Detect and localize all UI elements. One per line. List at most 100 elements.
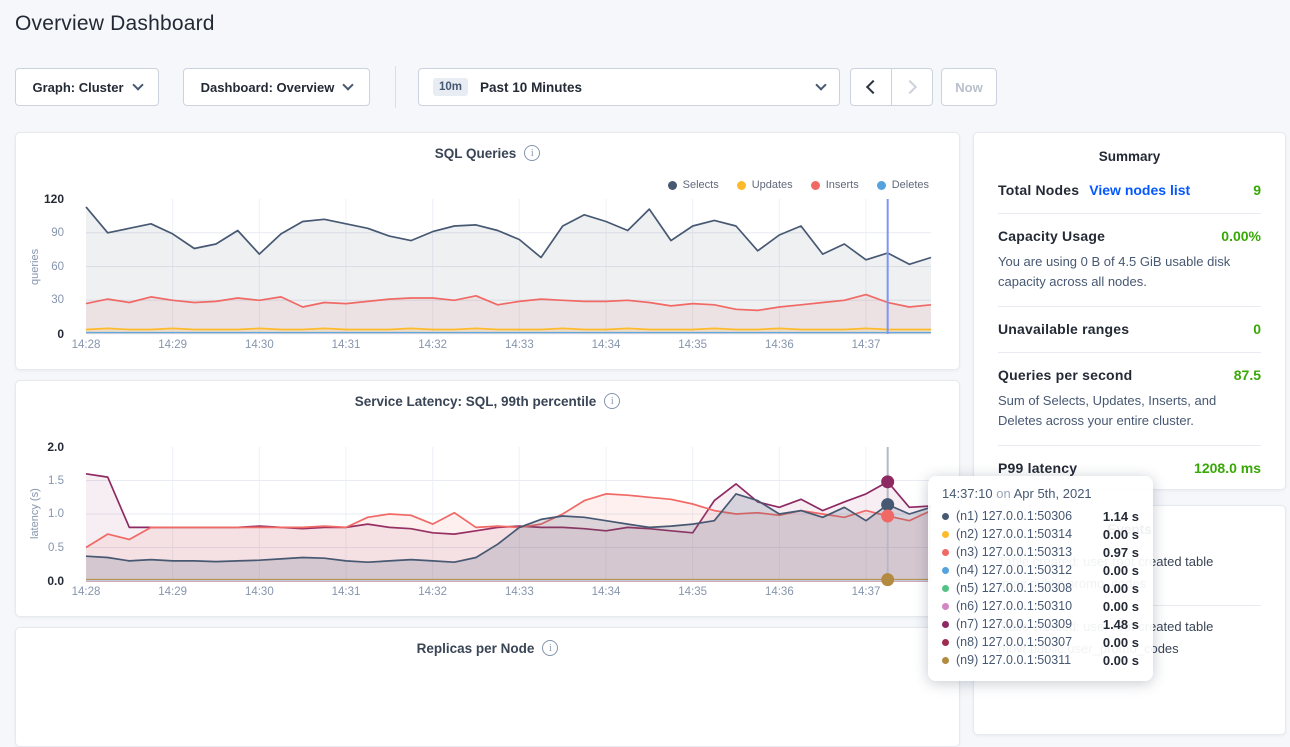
x-tick-label: 14:33 (505, 586, 534, 598)
summary-row-unavailable-ranges: Unavailable ranges 0 (998, 307, 1261, 353)
graph-scope-dropdown[interactable]: Graph: Cluster (15, 68, 159, 106)
node-color-dot (942, 639, 949, 646)
node-color-dot (942, 585, 949, 592)
qps-value: 87.5 (1234, 367, 1261, 383)
y-tick-label: 90 (51, 227, 64, 239)
x-axis-ticks: 14:2814:2914:3014:3114:3214:3314:3414:35… (86, 586, 931, 602)
sql-queries-chart-title: SQL Queries (435, 146, 517, 161)
node-latency-value: 0.00 s (1103, 563, 1139, 578)
now-button[interactable]: Now (941, 68, 997, 106)
time-window-prev-button[interactable] (850, 68, 892, 106)
node-color-dot (942, 513, 949, 520)
y-tick-label: 1.0 (48, 508, 64, 520)
node-address: (n1) 127.0.0.1:50306 (956, 509, 1072, 523)
node-color-dot (942, 567, 949, 574)
node-address: (n4) 127.0.0.1:50312 (956, 563, 1072, 577)
dashboard-dropdown[interactable]: Dashboard: Overview (183, 68, 370, 106)
sql-queries-chart (86, 199, 931, 334)
node-address: (n3) 127.0.0.1:50313 (956, 545, 1072, 559)
info-icon[interactable] (604, 393, 620, 409)
y-tick-label: 60 (51, 261, 64, 273)
legend-item-deletes[interactable]: Deletes (877, 179, 929, 191)
summary-row-capacity: Capacity Usage 0.00% You are using 0 B o… (998, 214, 1261, 307)
info-icon[interactable] (542, 640, 558, 656)
x-tick-label: 14:36 (765, 586, 794, 598)
summary-title: Summary (974, 149, 1285, 164)
capacity-usage-value: 0.00% (1221, 228, 1261, 244)
tooltip-node-row: (n6) 127.0.0.1:50310 0.00 s (942, 597, 1139, 615)
service-latency-chart (86, 447, 931, 581)
x-tick-label: 14:33 (505, 339, 534, 351)
x-tick-label: 14:31 (332, 586, 361, 598)
tooltip-node-row: (n5) 127.0.0.1:50308 0.00 s (942, 579, 1139, 597)
y-axis-ticks: 0.00.51.01.52.0 (16, 447, 72, 581)
replicas-per-node-card: Replicas per Node (15, 627, 960, 747)
time-range-dropdown[interactable]: 10m Past 10 Minutes (418, 68, 840, 106)
chart-title-row: SQL Queries (16, 145, 959, 161)
node-color-dot (942, 657, 949, 664)
service-latency-card: Service Latency: SQL, 99th percentile la… (15, 380, 960, 617)
x-tick-label: 14:28 (72, 339, 101, 351)
graph-scope-label: Graph: Cluster (32, 80, 123, 95)
node-address: (n7) 127.0.0.1:50309 (956, 617, 1072, 631)
x-tick-label: 14:35 (678, 339, 707, 351)
node-address: (n5) 127.0.0.1:50308 (956, 581, 1072, 595)
capacity-usage-description: You are using 0 B of 4.5 GiB usable disk… (998, 252, 1261, 291)
legend-item-updates[interactable]: Updates (737, 179, 793, 191)
legend-dot (877, 181, 886, 190)
node-latency-value: 0.00 s (1103, 599, 1139, 614)
x-axis-ticks: 14:2814:2914:3014:3114:3214:3314:3414:35… (86, 339, 931, 355)
chevron-down-icon (132, 79, 143, 90)
x-tick-label: 14:37 (852, 586, 881, 598)
x-tick-label: 14:29 (158, 339, 187, 351)
tooltip-node-row: (n7) 127.0.0.1:50309 1.48 s (942, 615, 1139, 633)
x-tick-label: 14:28 (72, 586, 101, 598)
tooltip-node-row: (n2) 127.0.0.1:50314 0.00 s (942, 525, 1139, 543)
view-nodes-list-link[interactable]: View nodes list (1089, 182, 1190, 198)
legend-dot (737, 181, 746, 190)
legend-item-inserts[interactable]: Inserts (811, 179, 859, 191)
time-range-label: Past 10 Minutes (480, 80, 582, 95)
node-color-dot (942, 621, 949, 628)
y-tick-label: 2.0 (47, 440, 64, 454)
legend-dot (668, 181, 677, 190)
x-tick-label: 14:34 (592, 339, 621, 351)
total-nodes-label: Total Nodes (998, 182, 1079, 198)
node-color-dot (942, 603, 949, 610)
tooltip-node-row: (n3) 127.0.0.1:50313 0.97 s (942, 543, 1139, 561)
tooltip-node-row: (n9) 127.0.0.1:50311 0.00 s (942, 651, 1139, 669)
replicas-chart-title: Replicas per Node (417, 641, 535, 656)
legend-label: Inserts (826, 179, 859, 191)
chevron-down-icon (343, 79, 354, 90)
node-latency-value: 0.00 s (1103, 581, 1139, 596)
dashboard-label: Dashboard: Overview (201, 80, 335, 95)
chart-hover-tooltip: 14:37:10 on Apr 5th, 2021 (n1) 127.0.0.1… (928, 476, 1153, 681)
legend-label: Updates (752, 179, 793, 191)
info-icon[interactable] (524, 145, 540, 161)
tooltip-node-row: (n1) 127.0.0.1:50306 1.14 s (942, 507, 1139, 525)
service-latency-plot-area[interactable] (86, 447, 931, 581)
chart-title-row: Replicas per Node (16, 640, 959, 656)
time-window-next-button[interactable] (891, 68, 933, 106)
legend-label: Selects (683, 179, 719, 191)
x-tick-label: 14:31 (332, 339, 361, 351)
chart-title-row: Service Latency: SQL, 99th percentile (16, 393, 959, 409)
toolbar-divider (395, 66, 396, 108)
sql-queries-plot-area[interactable] (86, 199, 931, 334)
tooltip-timestamp: 14:37:10 on Apr 5th, 2021 (942, 486, 1139, 501)
summary-panel: Summary Total Nodes View nodes list 9 Ca… (973, 132, 1286, 490)
qps-label: Queries per second (998, 367, 1132, 383)
node-latency-value: 1.14 s (1103, 509, 1139, 524)
chevron-left-icon (866, 80, 880, 94)
tooltip-time: 14:37:10 (942, 486, 993, 501)
node-color-dot (942, 531, 949, 538)
total-nodes-value: 9 (1253, 182, 1261, 198)
node-latency-value: 0.97 s (1103, 545, 1139, 560)
tooltip-node-row: (n8) 127.0.0.1:50307 0.00 s (942, 633, 1139, 651)
service-latency-chart-title: Service Latency: SQL, 99th percentile (355, 394, 597, 409)
y-tick-label: 120 (44, 192, 64, 206)
x-tick-label: 14:30 (245, 339, 274, 351)
y-tick-label: 0 (57, 327, 64, 341)
unavailable-ranges-label: Unavailable ranges (998, 321, 1129, 337)
legend-item-selects[interactable]: Selects (668, 179, 719, 191)
